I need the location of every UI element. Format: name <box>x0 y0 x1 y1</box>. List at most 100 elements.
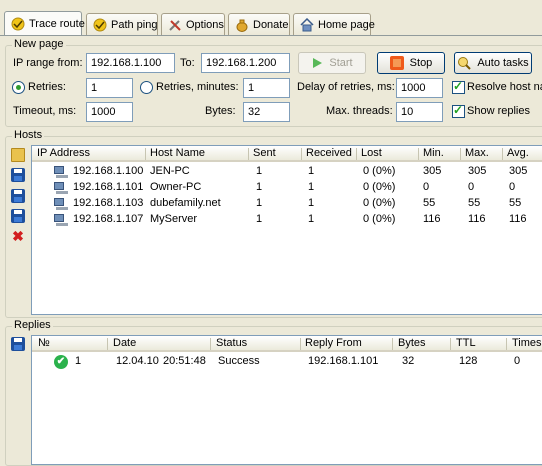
host-received: 1 <box>308 213 315 225</box>
replies-list[interactable]: № Date Status Reply From Bytes TTL Times… <box>31 335 542 465</box>
tab-path-ping[interactable]: Path ping <box>86 13 158 35</box>
col-status[interactable]: Status <box>216 337 247 349</box>
reply-from: 192.168.1.101 <box>308 355 379 367</box>
hosts-header: IP Address Host Name Sent Received Lost … <box>32 146 542 162</box>
hosts-title: Hosts <box>12 129 45 141</box>
retries-minutes-radio[interactable] <box>140 81 153 94</box>
host-row[interactable]: 192.168.1.101 Owner-PC 1 1 0 (0%) 0 0 0 <box>32 180 542 196</box>
col-number[interactable]: № <box>38 337 50 349</box>
reply-times: 0 <box>514 355 521 367</box>
host-name: JEN-PC <box>150 165 190 177</box>
retries-input[interactable]: 1 <box>86 78 133 98</box>
delete-icon[interactable]: ✖ <box>11 229 25 243</box>
reply-time: 20:51:48 <box>163 355 206 367</box>
host-received: 1 <box>308 165 315 177</box>
col-separator <box>356 148 357 160</box>
ip-from-input[interactable]: 192.168.1.100 <box>86 53 175 73</box>
host-min: 116 <box>423 213 441 225</box>
tab-donate[interactable]: Donate <box>228 13 290 35</box>
save-icon[interactable] <box>11 189 25 203</box>
col-host-name[interactable]: Host Name <box>150 147 205 159</box>
col-lost[interactable]: Lost <box>361 147 382 159</box>
timeout-input[interactable]: 1000 <box>86 102 133 122</box>
reply-ttl: 128 <box>459 355 478 367</box>
auto-tasks-button[interactable]: Auto tasks <box>454 52 532 74</box>
host-row[interactable]: 192.168.1.107 MyServer 1 1 0 (0%) 116 11… <box>32 212 542 228</box>
retries-label: Retries: <box>28 81 66 93</box>
host-received: 1 <box>308 181 315 193</box>
host-lost: 0 (0%) <box>363 165 396 177</box>
host-min: 0 <box>423 181 430 193</box>
max-threads-input[interactable]: 10 <box>396 102 443 122</box>
col-date[interactable]: Date <box>113 337 136 349</box>
tab-options[interactable]: Options <box>161 13 225 35</box>
col-reply-from[interactable]: Reply From <box>305 337 362 349</box>
host-sent: 1 <box>256 181 263 193</box>
tab-home-page[interactable]: Home page <box>293 13 375 35</box>
col-separator <box>392 338 393 350</box>
tab-divider <box>0 35 542 36</box>
col-separator <box>300 338 301 350</box>
col-ttl[interactable]: TTL <box>456 337 476 349</box>
retries-radio[interactable] <box>12 81 25 94</box>
computer-icon <box>54 198 68 210</box>
host-name: MyServer <box>150 213 198 225</box>
show-replies-label: Show replies <box>467 105 530 117</box>
success-check-icon: ✔ <box>54 355 68 369</box>
host-ip: 192.168.1.103 <box>73 197 144 209</box>
show-replies-checkbox[interactable] <box>452 103 465 118</box>
reply-date: 12.04.10 <box>116 355 159 367</box>
save-icon[interactable] <box>11 337 25 351</box>
host-avg: 305 <box>509 165 528 177</box>
resolve-host-checkbox[interactable] <box>452 79 465 94</box>
host-lost: 0 (0%) <box>363 197 396 209</box>
reply-bytes: 32 <box>402 355 415 367</box>
host-lost: 0 (0%) <box>363 181 396 193</box>
col-separator <box>506 338 507 350</box>
col-ip-address[interactable]: IP Address <box>37 147 90 159</box>
host-name: dubefamily.net <box>150 197 221 209</box>
host-row[interactable]: 192.168.1.103 dubefamily.net 1 1 0 (0%) … <box>32 196 542 212</box>
col-avg[interactable]: Avg. <box>507 147 529 159</box>
col-min[interactable]: Min. <box>423 147 444 159</box>
save-icon[interactable] <box>11 209 25 223</box>
retries-minutes-input[interactable]: 1 <box>243 78 290 98</box>
start-button[interactable]: Start <box>298 52 366 74</box>
bytes-input[interactable]: 32 <box>243 102 290 122</box>
tab-label: Options <box>186 18 224 31</box>
home-icon <box>300 17 314 32</box>
save-icon[interactable] <box>11 168 25 182</box>
host-avg: 0 <box>509 181 516 193</box>
stop-button[interactable]: Stop <box>377 52 445 74</box>
replies-title: Replies <box>12 319 53 331</box>
host-name: Owner-PC <box>150 181 202 193</box>
host-min: 55 <box>423 197 436 209</box>
delay-input[interactable]: 1000 <box>396 78 443 98</box>
open-folder-icon[interactable] <box>11 148 25 162</box>
max-threads-label: Max. threads: <box>326 105 393 117</box>
stop-button-label: Stop <box>409 57 433 69</box>
col-bytes[interactable]: Bytes <box>398 337 426 349</box>
col-separator <box>210 338 211 350</box>
host-lost: 0 (0%) <box>363 213 396 225</box>
col-times[interactable]: Times ( <box>512 337 542 349</box>
hosts-list[interactable]: IP Address Host Name Sent Received Lost … <box>31 145 542 315</box>
col-max[interactable]: Max. <box>465 147 489 159</box>
host-min: 305 <box>423 165 442 177</box>
col-sent[interactable]: Sent <box>253 147 276 159</box>
tab-label: Trace route <box>29 18 85 30</box>
host-avg: 116 <box>509 213 527 225</box>
tab-trace-route[interactable]: Trace route <box>4 11 85 36</box>
path-ping-icon <box>93 18 107 32</box>
play-icon <box>313 58 323 68</box>
ip-to-input[interactable]: 192.168.1.200 <box>201 53 290 73</box>
stop-icon <box>389 56 404 70</box>
retries-minutes-label: Retries, minutes: <box>156 81 239 93</box>
donate-icon <box>235 18 249 32</box>
host-ip: 192.168.1.100 <box>73 165 144 177</box>
host-ip: 192.168.1.107 <box>73 213 144 225</box>
col-received[interactable]: Received <box>306 147 352 159</box>
host-row[interactable]: 192.168.1.100 JEN-PC 1 1 0 (0%) 305 305 … <box>32 164 542 180</box>
host-max: 0 <box>468 181 475 193</box>
reply-row[interactable]: ✔ 1 12.04.10 20:51:48 Success 192.168.1.… <box>32 354 542 370</box>
